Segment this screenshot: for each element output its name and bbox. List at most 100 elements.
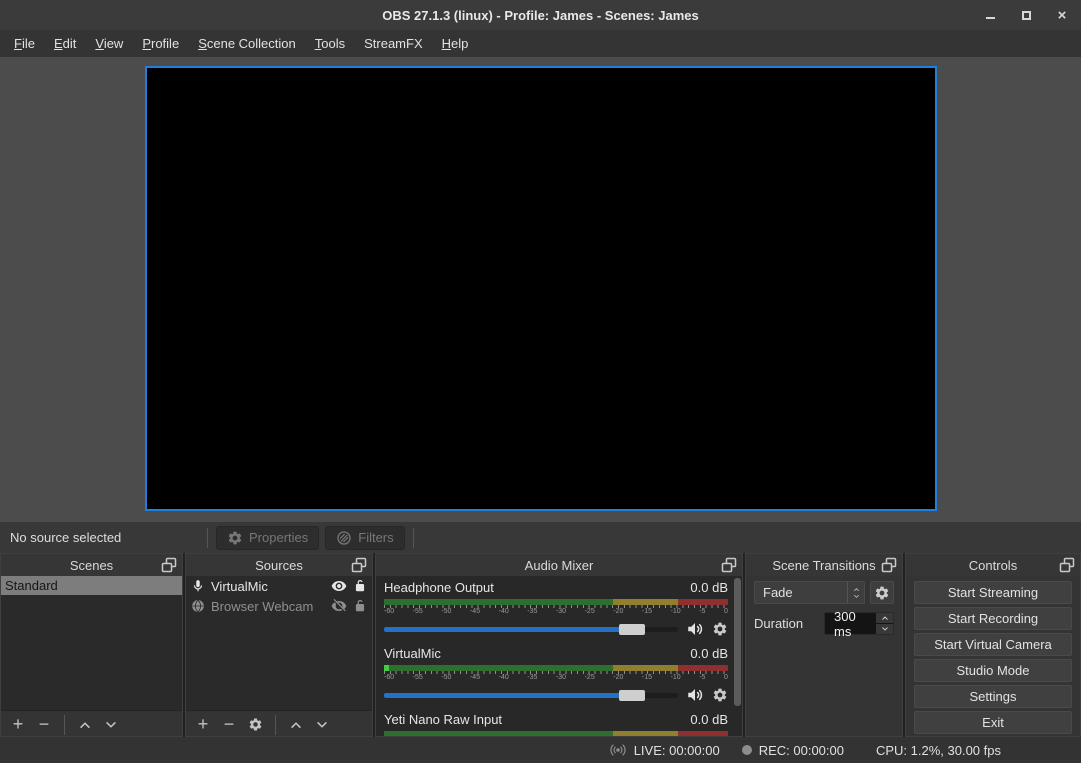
channel-gear-icon[interactable] xyxy=(712,687,728,703)
mixer-scrollbar[interactable] xyxy=(734,578,741,706)
scene-transitions-header[interactable]: Scene Transitions xyxy=(746,554,902,576)
speaker-icon[interactable] xyxy=(686,620,704,638)
chevron-down-icon xyxy=(880,625,890,633)
meter-tick-label: -50 xyxy=(441,608,451,616)
filters-icon xyxy=(336,530,352,546)
start-virtual-camera-button[interactable]: Start Virtual Camera xyxy=(914,633,1072,656)
transition-select[interactable]: Fade xyxy=(754,581,865,604)
lock-open-icon[interactable] xyxy=(353,579,367,593)
popout-icon[interactable] xyxy=(721,557,737,573)
close-button[interactable]: × xyxy=(1051,4,1073,26)
settings-button[interactable]: Settings xyxy=(914,685,1072,708)
popout-icon[interactable] xyxy=(161,557,177,573)
minimize-button[interactable] xyxy=(979,4,1001,26)
meter-tick-label: -10 xyxy=(671,674,681,682)
menu-tools[interactable]: Tools xyxy=(315,36,345,51)
obs-window: OBS 27.1.3 (linux) - Profile: James - Sc… xyxy=(0,0,1081,763)
sources-title: Sources xyxy=(255,558,303,573)
meter-tick-label: -20 xyxy=(613,674,623,682)
audio-mixer-panel: Audio Mixer Headphone Output 0.0 dB -60-… xyxy=(375,553,743,737)
duration-spinbox[interactable]: 300 ms xyxy=(824,612,894,635)
meter-tick-labels: -60-55-50-45-40-35-30-25-20-15-10-50 xyxy=(384,674,728,682)
menu-help[interactable]: Help xyxy=(442,36,469,51)
source-item-browser-webcam[interactable]: Browser Webcam xyxy=(186,596,372,616)
remove-source-button[interactable]: − xyxy=(218,714,240,736)
properties-button[interactable]: Properties xyxy=(216,526,319,550)
popout-icon[interactable] xyxy=(351,557,367,573)
scenes-title: Scenes xyxy=(70,558,113,573)
source-down-button[interactable] xyxy=(311,714,333,736)
meter-tick-label: -60 xyxy=(384,674,394,682)
duration-decrease-button[interactable] xyxy=(876,624,893,634)
meter-tick-label: -30 xyxy=(556,674,566,682)
studio-mode-button[interactable]: Studio Mode xyxy=(914,659,1072,682)
sources-header[interactable]: Sources xyxy=(186,554,372,576)
volume-slider[interactable] xyxy=(384,623,678,635)
channel-db-value: 0.0 dB xyxy=(690,580,728,596)
scene-up-button[interactable] xyxy=(74,714,96,736)
start-recording-button[interactable]: Start Recording xyxy=(914,607,1072,630)
mixer-channel-headphone-output: Headphone Output 0.0 dB -60-55-50-45-40-… xyxy=(376,576,742,642)
duration-value: 300 ms xyxy=(825,613,876,634)
scene-down-button[interactable] xyxy=(100,714,122,736)
slider-handle[interactable] xyxy=(619,690,645,701)
chevron-up-icon xyxy=(852,586,861,593)
popout-icon[interactable] xyxy=(881,557,897,573)
scenes-list: Standard xyxy=(1,576,182,710)
remove-scene-button[interactable]: − xyxy=(33,714,55,736)
scene-transitions-body: Fade Duration 300 ms xyxy=(746,576,902,736)
meter-tick-label: -10 xyxy=(671,608,681,616)
menu-edit[interactable]: Edit xyxy=(54,36,76,51)
add-scene-button[interactable]: + xyxy=(7,714,29,736)
source-properties-button[interactable] xyxy=(244,714,266,736)
eye-slash-icon[interactable] xyxy=(331,598,347,614)
meter-tick-label: -50 xyxy=(441,674,451,682)
volume-slider[interactable] xyxy=(384,689,678,701)
duration-label: Duration xyxy=(754,616,824,631)
audio-mixer-body: Headphone Output 0.0 dB -60-55-50-45-40-… xyxy=(376,576,742,736)
maximize-button[interactable] xyxy=(1015,4,1037,26)
source-item-virtualmic[interactable]: VirtualMic xyxy=(186,576,372,596)
menu-file[interactable]: File xyxy=(14,36,35,51)
start-streaming-button[interactable]: Start Streaming xyxy=(914,581,1072,604)
popout-icon[interactable] xyxy=(1059,557,1075,573)
toolbar-separator xyxy=(207,528,208,548)
controls-body: Start Streaming Start Recording Start Vi… xyxy=(906,576,1080,736)
source-up-button[interactable] xyxy=(285,714,307,736)
sources-list: VirtualMic Browser Webcam xyxy=(186,576,372,710)
meter-tick-label: -5 xyxy=(699,674,705,682)
preview-canvas[interactable] xyxy=(145,66,937,511)
volume-meter xyxy=(384,599,728,605)
meter-tick-label: -45 xyxy=(470,674,480,682)
transition-properties-button[interactable] xyxy=(870,581,894,604)
controls-panel: Controls Start Streaming Start Recording… xyxy=(905,553,1081,737)
audio-mixer-header[interactable]: Audio Mixer xyxy=(376,554,742,576)
menu-view[interactable]: View xyxy=(95,36,123,51)
lock-open-icon[interactable] xyxy=(353,599,367,613)
add-source-button[interactable]: + xyxy=(192,714,214,736)
meter-tick-label: -20 xyxy=(613,608,623,616)
status-bar: LIVE: 00:00:00 REC: 00:00:00 CPU: 1.2%, … xyxy=(0,737,1081,763)
scene-transitions-panel: Scene Transitions Fade xyxy=(745,553,903,737)
sources-toolbar: + − xyxy=(186,710,372,736)
transition-selected-value: Fade xyxy=(755,585,847,600)
meter-tick-label: -15 xyxy=(642,608,652,616)
duration-increase-button[interactable] xyxy=(876,613,893,623)
menu-scene-collection[interactable]: Scene Collection xyxy=(198,36,296,51)
scene-item-standard[interactable]: Standard xyxy=(1,576,182,595)
controls-header[interactable]: Controls xyxy=(906,554,1080,576)
exit-button[interactable]: Exit xyxy=(914,711,1072,734)
meter-tick-labels: -60-55-50-45-40-35-30-25-20-15-10-50 xyxy=(384,608,728,616)
microphone-icon xyxy=(191,579,205,593)
scenes-header[interactable]: Scenes xyxy=(1,554,182,576)
speaker-icon[interactable] xyxy=(686,686,704,704)
channel-gear-icon[interactable] xyxy=(712,621,728,637)
menu-profile[interactable]: Profile xyxy=(142,36,179,51)
combo-spinner[interactable] xyxy=(847,582,864,603)
toolbar-separator xyxy=(275,715,276,735)
filters-button[interactable]: Filters xyxy=(325,526,404,550)
meter-tick-label: -55 xyxy=(413,674,423,682)
slider-handle[interactable] xyxy=(619,624,645,635)
eye-icon[interactable] xyxy=(331,578,347,594)
menu-streamfx[interactable]: StreamFX xyxy=(364,36,423,51)
